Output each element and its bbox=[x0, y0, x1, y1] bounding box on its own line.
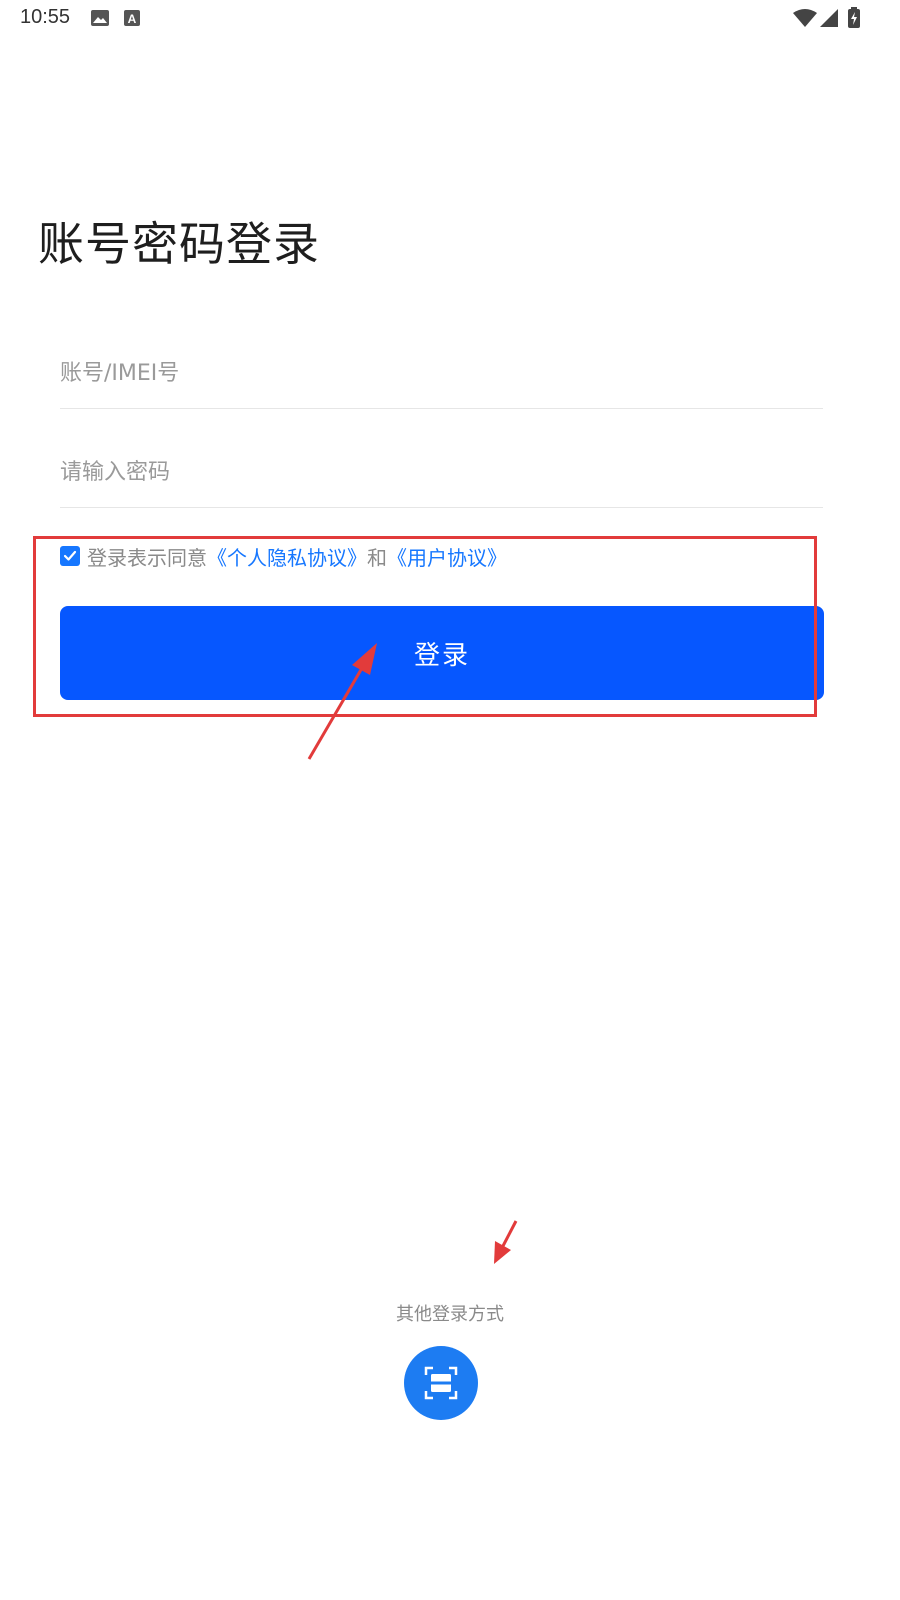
password-input[interactable] bbox=[60, 437, 823, 507]
wifi-icon bbox=[792, 8, 818, 28]
annotation-arrow-other-login bbox=[494, 1220, 518, 1264]
agreement-prefix: 登录表示同意 bbox=[87, 545, 207, 570]
agreement-row: 登录表示同意 《个人隐私协议》 和 《用户协议》 bbox=[60, 541, 507, 571]
svg-text:A: A bbox=[128, 12, 137, 26]
page-title: 账号密码登录 bbox=[38, 217, 320, 271]
image-icon bbox=[90, 8, 110, 28]
username-field-container bbox=[60, 338, 823, 409]
login-button[interactable]: 登录 bbox=[60, 606, 824, 700]
status-time: 10:55 bbox=[20, 6, 71, 28]
privacy-policy-link[interactable]: 《个人隐私协议》 bbox=[207, 542, 367, 571]
username-input[interactable] bbox=[60, 338, 823, 408]
other-login-label: 其他登录方式 bbox=[396, 1304, 504, 1325]
agreement-conjunction: 和 bbox=[367, 545, 387, 570]
user-agreement-link[interactable]: 《用户协议》 bbox=[387, 542, 507, 571]
status-bar: 10:55 A bbox=[0, 0, 900, 40]
scan-icon bbox=[424, 1366, 458, 1400]
password-field-container bbox=[60, 437, 823, 508]
scan-login-button[interactable] bbox=[404, 1346, 478, 1420]
battery-charging-icon bbox=[846, 7, 862, 28]
text-a-icon: A bbox=[122, 8, 142, 28]
cell-signal-icon bbox=[818, 8, 840, 28]
check-icon bbox=[63, 550, 77, 561]
agreement-checkbox[interactable] bbox=[60, 546, 80, 566]
